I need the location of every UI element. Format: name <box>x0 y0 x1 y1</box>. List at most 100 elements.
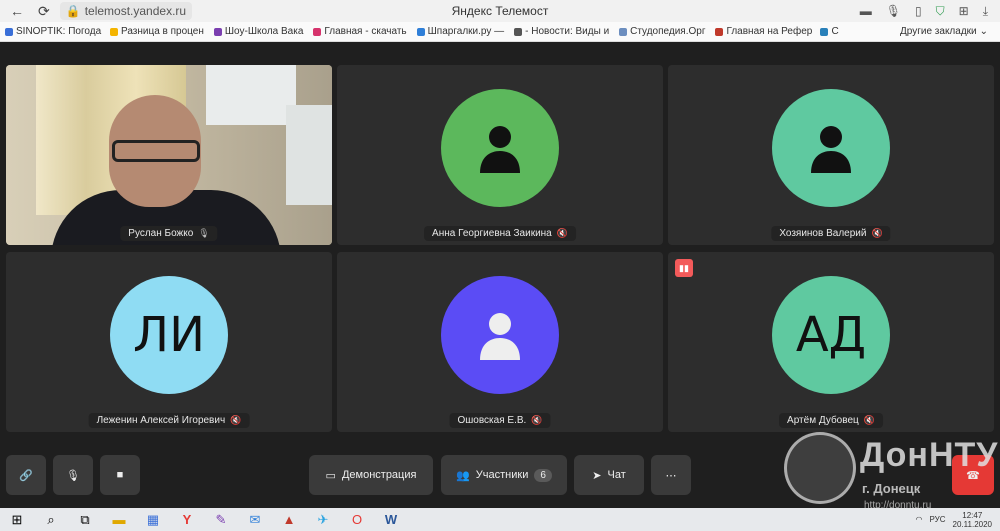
participant-name: Леженин Алексей Игоревич <box>96 415 226 426</box>
screen-share-button[interactable]: ▭ Демонстрация <box>309 455 433 495</box>
extensions-icon[interactable]: ⊞ <box>959 4 969 19</box>
clock-time: 12:47 <box>962 510 983 520</box>
participant-name: Ошовская Е.В. <box>457 415 527 426</box>
opera-icon[interactable]: O <box>340 508 374 531</box>
bookmark-favicon-icon <box>416 27 425 36</box>
person-icon <box>480 313 520 360</box>
avatar <box>772 89 890 207</box>
avatar-initials: ЛИ <box>110 276 228 394</box>
camera-icon: ■ <box>116 469 124 481</box>
bookmark-item[interactable]: Главная на Рефер <box>710 26 815 37</box>
camera-status-icon[interactable]: ▬ <box>860 4 872 19</box>
other-bookmarks[interactable]: Другие закладки ⌄ <box>895 26 1000 37</box>
bookmark-favicon-icon <box>820 27 829 36</box>
file-explorer-icon[interactable]: ▬ <box>102 508 136 531</box>
bookmark-favicon-icon <box>514 27 523 36</box>
bookmark-favicon-icon <box>619 27 628 36</box>
lock-icon: 🔒 <box>65 4 81 18</box>
people-icon: 👥 <box>456 469 470 482</box>
clock[interactable]: 12:47 20.11.2020 <box>953 511 992 529</box>
participant-tile[interactable]: Ошовская Е.В. 🔇 <box>337 252 663 432</box>
download-icon[interactable]: ⤓ <box>983 4 988 19</box>
participant-name: Анна Георгиевна Заикина <box>432 228 552 239</box>
participant-name-pill: Хозяинов Валерий 🔇 <box>771 226 891 241</box>
protect-shield-icon[interactable]: ⛉ <box>936 4 945 19</box>
word-icon[interactable]: W <box>374 508 408 531</box>
phone-hangup-icon: ☎ <box>966 469 980 482</box>
send-icon: ➤ <box>592 469 602 482</box>
address-bar[interactable]: 🔒 telemost.yandex.ru <box>59 2 193 20</box>
bookmark-icon[interactable]: ▯ <box>915 4 922 19</box>
chevron-down-icon: ⌄ <box>979 26 989 37</box>
participant-name-pill: Ошовская Е.В. 🔇 <box>449 413 551 428</box>
participant-tile[interactable]: Хозяинов Валерий 🔇 <box>668 65 994 245</box>
browser-nav: ← ⟳ <box>0 3 50 20</box>
bookmark-item[interactable]: Студопедия.Орг <box>614 26 710 37</box>
camera-video-glasses <box>112 140 200 162</box>
participants-button[interactable]: 👥 Участники 6 <box>441 455 567 495</box>
participant-tile[interactable]: ЛИ Леженин Алексей Игоревич 🔇 <box>6 252 332 432</box>
chat-button[interactable]: ➤ Чат <box>574 455 644 495</box>
mic-off-icon: 🔇 <box>863 415 875 425</box>
participant-name-pill: Руслан Божко 🎙 <box>120 226 218 241</box>
search-icon[interactable]: ⌕ <box>34 508 68 531</box>
address-text: telemost.yandex.ru <box>84 4 187 18</box>
windows-taskbar: ⊞ ⌕ ⧉ ▬ ▦ Y ✎ ✉ ▲ ✈ O W ◠ РУС 12:47 20.1… <box>0 508 1000 531</box>
clock-date: 20.11.2020 <box>952 519 992 529</box>
video-grid: Руслан Божко 🎙 Анна Георгиевна Заикина 🔇… <box>0 43 1000 499</box>
participants-count-badge: 6 <box>534 468 552 482</box>
participant-name-pill: Анна Георгиевна Заикина 🔇 <box>424 226 576 241</box>
participant-name: Хозяинов Валерий <box>779 228 867 239</box>
participant-tile[interactable]: Руслан Божко 🎙 <box>6 65 332 245</box>
bookmark-item[interactable]: Разница в процен <box>105 26 209 37</box>
calculator-icon[interactable]: ▦ <box>136 508 170 531</box>
person-icon <box>480 126 520 173</box>
microphone-icon: 🎙 <box>66 469 80 482</box>
screen-share-label: Демонстрация <box>341 469 417 481</box>
end-call-button[interactable]: ☎ <box>952 455 994 495</box>
browser-toolbar-right: ▬ 🎙 ▯ ⛉ ⊞ ⤓ <box>860 4 1000 19</box>
bookmark-favicon-icon <box>213 27 222 36</box>
bookmark-item[interactable]: Шоу-Школа Вака <box>209 26 309 37</box>
person-icon <box>811 126 851 173</box>
camera-video-window <box>206 65 296 125</box>
paint-icon[interactable]: ✎ <box>204 508 238 531</box>
bookmark-item[interactable]: - Новости: Виды и <box>509 26 614 37</box>
yandex-browser-icon[interactable]: Y <box>170 508 204 531</box>
task-view-icon[interactable]: ⧉ <box>68 508 102 531</box>
start-icon[interactable]: ⊞ <box>0 508 34 531</box>
bookmark-favicon-icon <box>313 27 322 36</box>
participant-name-pill: Артём Дубовец 🔇 <box>779 413 883 428</box>
avatar-initials: АД <box>772 276 890 394</box>
camera-button[interactable]: ■ <box>100 455 140 495</box>
copy-link-button[interactable]: 🔗 <box>6 455 46 495</box>
reload-icon[interactable]: ⟳ <box>38 3 50 20</box>
microphone-button[interactable]: 🎙 <box>53 455 93 495</box>
camera-video-board <box>286 105 332 205</box>
bookmark-item[interactable]: Главная - скачать <box>308 26 411 37</box>
more-button[interactable]: ⋯ <box>651 455 691 495</box>
telegram-icon[interactable]: ✈ <box>306 508 340 531</box>
mic-on-icon: 🎙 <box>198 228 210 238</box>
bookmark-favicon-icon <box>110 27 118 36</box>
chart-icon[interactable]: ▲ <box>272 508 306 531</box>
mic-off-icon: 🔇 <box>531 415 543 425</box>
mic-off-icon: 🔇 <box>556 228 568 238</box>
participant-name: Руслан Божко <box>128 228 194 239</box>
bookmark-item[interactable]: SINOPTIK: Погода <box>0 26 105 37</box>
language-indicator[interactable]: РУС <box>930 515 946 524</box>
participant-name: Артём Дубовец <box>787 415 859 426</box>
mic-off-icon: 🔇 <box>230 415 242 425</box>
mic-status-icon[interactable]: 🎙 <box>886 4 901 19</box>
wifi-icon[interactable]: ◠ <box>916 515 923 524</box>
bookmark-item[interactable]: Шпаргалки.ру — <box>412 26 510 37</box>
avatar <box>441 276 559 394</box>
back-icon[interactable]: ← <box>10 3 24 19</box>
bookmark-item[interactable]: С <box>815 26 843 37</box>
participant-tile[interactable]: Анна Георгиевна Заикина 🔇 <box>337 65 663 245</box>
mail-icon[interactable]: ✉ <box>238 508 272 531</box>
screen-share-icon: ▭ <box>325 469 336 482</box>
system-tray: ◠ РУС 12:47 20.11.2020 <box>916 511 1000 529</box>
chat-label: Чат <box>607 469 626 481</box>
participant-tile[interactable]: ▮▮ АД Артём Дубовец 🔇 <box>668 252 994 432</box>
